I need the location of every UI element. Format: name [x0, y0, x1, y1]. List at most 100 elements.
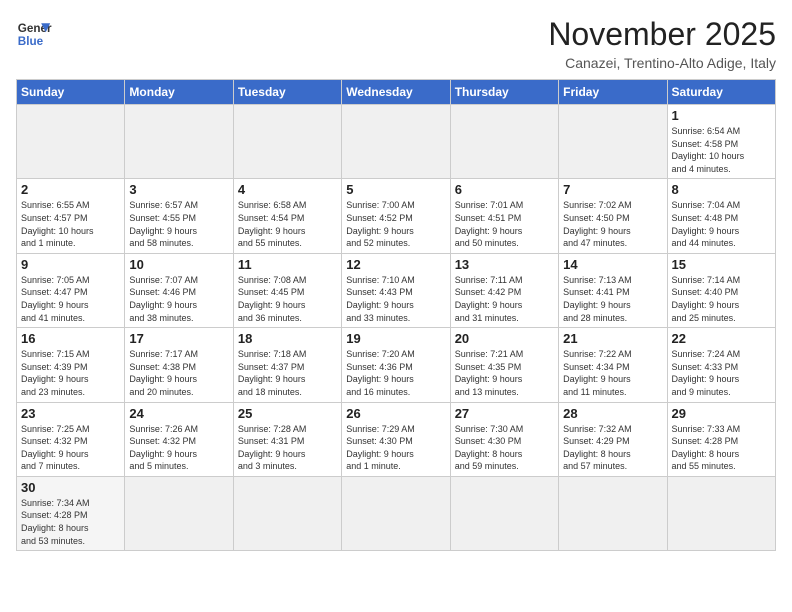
weekday-monday: Monday	[125, 80, 233, 105]
day-cell	[450, 105, 558, 179]
weekday-saturday: Saturday	[667, 80, 775, 105]
week-row-6: 30Sunrise: 7:34 AM Sunset: 4:28 PM Dayli…	[17, 476, 776, 550]
day-number: 28	[563, 406, 662, 421]
day-info: Sunrise: 6:54 AM Sunset: 4:58 PM Dayligh…	[672, 125, 771, 175]
day-number: 9	[21, 257, 120, 272]
day-cell: 4 Sunrise: 6:58 AM Sunset: 4:54 PM Daylig…	[233, 179, 341, 253]
day-cell	[17, 105, 125, 179]
day-info: Sunrise: 6:57 AM Sunset: 4:55 PM Dayligh…	[129, 199, 228, 249]
calendar-table: SundayMondayTuesdayWednesdayThursdayFrid…	[16, 79, 776, 551]
day-cell	[559, 476, 667, 550]
day-number: 26	[346, 406, 445, 421]
day-number: 29	[672, 406, 771, 421]
day-info: Sunrise: 7:15 AM Sunset: 4:39 PM Dayligh…	[21, 348, 120, 398]
day-cell	[450, 476, 558, 550]
day-cell: 13 Sunrise: 7:11 AM Sunset: 4:42 PM Dayli…	[450, 253, 558, 327]
day-cell	[233, 105, 341, 179]
day-cell: 30Sunrise: 7:34 AM Sunset: 4:28 PM Dayli…	[17, 476, 125, 550]
day-cell: 6Sunrise: 7:01 AM Sunset: 4:51 PM Daylig…	[450, 179, 558, 253]
day-info: Sunrise: 7:33 AM Sunset: 4:28 PM Dayligh…	[672, 423, 771, 473]
day-number: 15	[672, 257, 771, 272]
day-info: Sunrise: 7:02 AM Sunset: 4:50 PM Dayligh…	[563, 199, 662, 249]
day-number: 20	[455, 331, 554, 346]
header: General Blue November 2025 Canazei, Tren…	[16, 16, 776, 71]
day-info: Sunrise: 7:04 AM Sunset: 4:48 PM Dayligh…	[672, 199, 771, 249]
day-cell: 16Sunrise: 7:15 AM Sunset: 4:39 PM Dayli…	[17, 328, 125, 402]
month-title: November 2025	[548, 16, 776, 53]
day-info: Sunrise: 7:14 AM Sunset: 4:40 PM Dayligh…	[672, 274, 771, 324]
day-number: 7	[563, 182, 662, 197]
day-number: 4	[238, 182, 337, 197]
day-info: Sunrise: 7:18 AM Sunset: 4:37 PM Dayligh…	[238, 348, 337, 398]
day-cell: 29 Sunrise: 7:33 AM Sunset: 4:28 PM Dayli…	[667, 402, 775, 476]
day-cell: 20 Sunrise: 7:21 AM Sunset: 4:35 PM Dayli…	[450, 328, 558, 402]
weekday-wednesday: Wednesday	[342, 80, 450, 105]
day-cell	[559, 105, 667, 179]
page: General Blue November 2025 Canazei, Tren…	[0, 0, 792, 561]
day-cell: 12Sunrise: 7:10 AM Sunset: 4:43 PM Dayli…	[342, 253, 450, 327]
day-info: Sunrise: 7:01 AM Sunset: 4:51 PM Dayligh…	[455, 199, 554, 249]
day-cell: 1Sunrise: 6:54 AM Sunset: 4:58 PM Daylig…	[667, 105, 775, 179]
day-info: Sunrise: 6:58 AM Sunset: 4:54 PM Dayligh…	[238, 199, 337, 249]
day-number: 13	[455, 257, 554, 272]
day-cell: 21Sunrise: 7:22 AM Sunset: 4:34 PM Dayli…	[559, 328, 667, 402]
day-number: 14	[563, 257, 662, 272]
day-info: Sunrise: 7:32 AM Sunset: 4:29 PM Dayligh…	[563, 423, 662, 473]
day-cell	[342, 105, 450, 179]
weekday-tuesday: Tuesday	[233, 80, 341, 105]
day-cell: 27 Sunrise: 7:30 AM Sunset: 4:30 PM Dayli…	[450, 402, 558, 476]
day-number: 27	[455, 406, 554, 421]
day-info: Sunrise: 7:07 AM Sunset: 4:46 PM Dayligh…	[129, 274, 228, 324]
day-info: Sunrise: 7:10 AM Sunset: 4:43 PM Dayligh…	[346, 274, 445, 324]
day-number: 5	[346, 182, 445, 197]
logo-icon: General Blue	[16, 16, 52, 52]
day-info: Sunrise: 7:05 AM Sunset: 4:47 PM Dayligh…	[21, 274, 120, 324]
day-info: Sunrise: 7:11 AM Sunset: 4:42 PM Dayligh…	[455, 274, 554, 324]
day-info: Sunrise: 7:17 AM Sunset: 4:38 PM Dayligh…	[129, 348, 228, 398]
day-cell	[342, 476, 450, 550]
day-info: Sunrise: 7:22 AM Sunset: 4:34 PM Dayligh…	[563, 348, 662, 398]
logo: General Blue	[16, 16, 52, 52]
day-cell	[667, 476, 775, 550]
day-cell: 9 Sunrise: 7:05 AM Sunset: 4:47 PM Daylig…	[17, 253, 125, 327]
day-cell: 17 Sunrise: 7:17 AM Sunset: 4:38 PM Dayli…	[125, 328, 233, 402]
day-cell: 8 Sunrise: 7:04 AM Sunset: 4:48 PM Daylig…	[667, 179, 775, 253]
day-info: Sunrise: 7:29 AM Sunset: 4:30 PM Dayligh…	[346, 423, 445, 473]
day-cell: 10 Sunrise: 7:07 AM Sunset: 4:46 PM Dayli…	[125, 253, 233, 327]
weekday-thursday: Thursday	[450, 80, 558, 105]
weekday-sunday: Sunday	[17, 80, 125, 105]
day-cell: 2 Sunrise: 6:55 AM Sunset: 4:57 PM Daylig…	[17, 179, 125, 253]
day-number: 2	[21, 182, 120, 197]
week-row-5: 23Sunrise: 7:25 AM Sunset: 4:32 PM Dayli…	[17, 402, 776, 476]
weekday-header-row: SundayMondayTuesdayWednesdayThursdayFrid…	[17, 80, 776, 105]
day-cell	[125, 105, 233, 179]
day-info: Sunrise: 7:24 AM Sunset: 4:33 PM Dayligh…	[672, 348, 771, 398]
day-number: 17	[129, 331, 228, 346]
day-info: Sunrise: 7:00 AM Sunset: 4:52 PM Dayligh…	[346, 199, 445, 249]
subtitle: Canazei, Trentino-Alto Adige, Italy	[548, 55, 776, 71]
day-info: Sunrise: 7:21 AM Sunset: 4:35 PM Dayligh…	[455, 348, 554, 398]
day-number: 19	[346, 331, 445, 346]
day-info: Sunrise: 7:13 AM Sunset: 4:41 PM Dayligh…	[563, 274, 662, 324]
day-number: 3	[129, 182, 228, 197]
day-info: Sunrise: 7:30 AM Sunset: 4:30 PM Dayligh…	[455, 423, 554, 473]
day-number: 24	[129, 406, 228, 421]
day-number: 22	[672, 331, 771, 346]
title-block: November 2025 Canazei, Trentino-Alto Adi…	[548, 16, 776, 71]
day-cell: 26 Sunrise: 7:29 AM Sunset: 4:30 PM Dayli…	[342, 402, 450, 476]
day-cell: 25 Sunrise: 7:28 AM Sunset: 4:31 PM Dayli…	[233, 402, 341, 476]
week-row-1: 1Sunrise: 6:54 AM Sunset: 4:58 PM Daylig…	[17, 105, 776, 179]
day-number: 25	[238, 406, 337, 421]
day-info: Sunrise: 7:08 AM Sunset: 4:45 PM Dayligh…	[238, 274, 337, 324]
day-info: Sunrise: 7:20 AM Sunset: 4:36 PM Dayligh…	[346, 348, 445, 398]
day-number: 10	[129, 257, 228, 272]
day-cell: 28 Sunrise: 7:32 AM Sunset: 4:29 PM Dayli…	[559, 402, 667, 476]
day-cell: 7 Sunrise: 7:02 AM Sunset: 4:50 PM Daylig…	[559, 179, 667, 253]
day-info: Sunrise: 7:28 AM Sunset: 4:31 PM Dayligh…	[238, 423, 337, 473]
day-number: 8	[672, 182, 771, 197]
day-info: Sunrise: 7:34 AM Sunset: 4:28 PM Dayligh…	[21, 497, 120, 547]
day-cell: 23Sunrise: 7:25 AM Sunset: 4:32 PM Dayli…	[17, 402, 125, 476]
day-info: Sunrise: 6:55 AM Sunset: 4:57 PM Dayligh…	[21, 199, 120, 249]
day-cell: 19 Sunrise: 7:20 AM Sunset: 4:36 PM Dayli…	[342, 328, 450, 402]
day-cell: 22 Sunrise: 7:24 AM Sunset: 4:33 PM Dayli…	[667, 328, 775, 402]
